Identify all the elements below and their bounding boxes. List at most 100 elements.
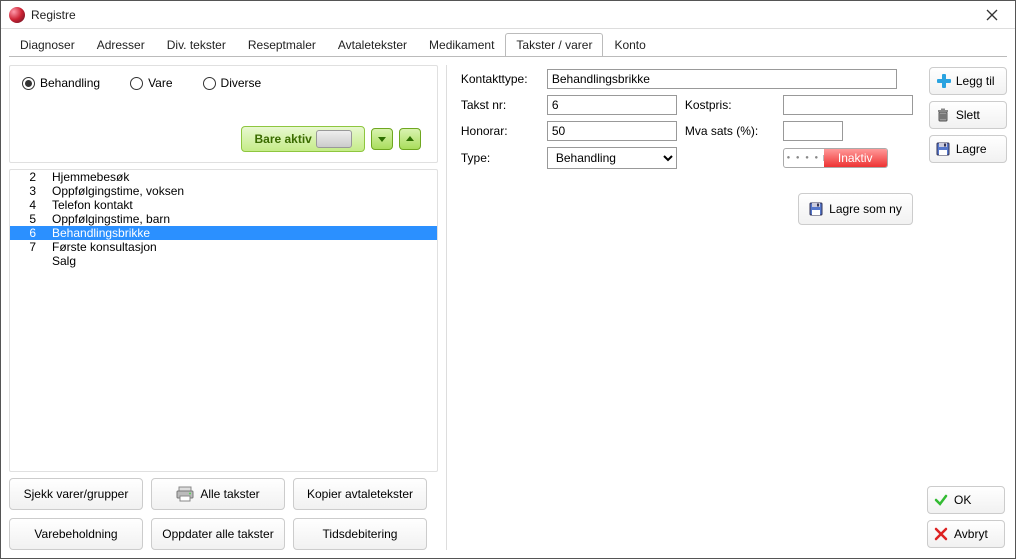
inaktiv-toggle[interactable]: ● ● ● ● Inaktiv — [783, 148, 888, 168]
tab-div-tekster[interactable]: Div. tekster — [156, 33, 237, 56]
tab-medikament[interactable]: Medikament — [418, 33, 505, 56]
bottom-buttons: Sjekk varer/grupper Alle takster Kopier … — [9, 478, 438, 550]
slett-button[interactable]: Slett — [929, 101, 1007, 129]
radio-diverse[interactable]: Diverse — [203, 76, 262, 90]
btn-label: Avbryt — [954, 527, 988, 541]
tab-diagnoser[interactable]: Diagnoser — [9, 33, 86, 56]
kostpris-label: Kostpris: — [685, 98, 775, 112]
trash-icon — [936, 108, 950, 122]
list-item-num: 4 — [20, 198, 36, 212]
inaktiv-label: Inaktiv — [824, 149, 887, 167]
close-icon — [986, 9, 998, 21]
kontakttype-label: Kontakttype: — [461, 72, 539, 86]
lagre-button[interactable]: Lagre — [929, 135, 1007, 163]
honorar-input[interactable] — [547, 121, 677, 141]
list-item[interactable]: 6Behandlingsbrikke — [10, 226, 437, 240]
btn-label: OK — [954, 493, 971, 507]
window-title: Registre — [31, 8, 973, 22]
field-honorar: Honorar: Mva sats (%): — [461, 121, 913, 141]
app-icon — [9, 7, 25, 23]
radio-icon — [22, 77, 35, 90]
titlebar: Registre — [1, 1, 1015, 29]
radio-label: Vare — [148, 76, 172, 90]
body-area: Behandling Vare Diverse Bare aktiv — [1, 57, 1015, 558]
list-item[interactable]: 3Oppfølgingstime, voksen — [10, 184, 437, 198]
tab-adresser[interactable]: Adresser — [86, 33, 156, 56]
btn-label: Kopier avtaletekster — [307, 487, 413, 501]
varebeholdning-button[interactable]: Varebeholdning — [9, 518, 143, 550]
plus-icon — [936, 73, 952, 89]
field-type: Type: Behandling ● ● ● ● Inaktiv — [461, 147, 913, 169]
move-up-button[interactable] — [399, 128, 421, 150]
list-item-label: Første konsultasjon — [52, 240, 157, 254]
tidsdebitering-button[interactable]: Tidsdebitering — [293, 518, 427, 550]
oppdater-alle-takster-button[interactable]: Oppdater alle takster — [151, 518, 285, 550]
move-down-button[interactable] — [371, 128, 393, 150]
dots-icon: ● ● ● ● — [784, 155, 824, 161]
list-item-label: Telefon kontakt — [52, 198, 133, 212]
bare-aktiv-label: Bare aktiv — [254, 132, 311, 146]
list-item-label: Hjemmebesøk — [52, 170, 129, 184]
field-kontakttype: Kontakttype: — [461, 69, 913, 89]
lagre-som-ny-button[interactable]: Lagre som ny — [798, 193, 913, 225]
tab-takster-varer[interactable]: Takster / varer — [505, 33, 603, 56]
kostpris-input[interactable] — [783, 95, 913, 115]
sjekk-varer-button[interactable]: Sjekk varer/grupper — [9, 478, 143, 510]
list-item-num: 2 — [20, 170, 36, 184]
check-icon — [934, 493, 948, 507]
x-icon — [934, 527, 948, 541]
honorar-label: Honorar: — [461, 124, 539, 138]
radio-behandling[interactable]: Behandling — [22, 76, 100, 90]
bare-aktiv-button[interactable]: Bare aktiv — [241, 126, 364, 152]
chevron-up-icon — [404, 133, 416, 145]
btn-label: Tidsdebitering — [323, 527, 398, 541]
list-item-num: 5 — [20, 212, 36, 226]
tabs: DiagnoserAdresserDiv. teksterReseptmaler… — [9, 33, 1007, 57]
alle-takster-button[interactable]: Alle takster — [151, 478, 285, 510]
mid-pane: Kontakttype: Takst nr: Kostpris: Honorar… — [446, 65, 921, 550]
radio-icon — [203, 77, 216, 90]
radio-label: Behandling — [40, 76, 100, 90]
footer-buttons: OK Avbryt — [927, 486, 1005, 548]
toolbar-row: Bare aktiv — [22, 126, 425, 152]
list-item-label: Oppfølgingstime, voksen — [52, 184, 184, 198]
mva-input[interactable] — [783, 121, 843, 141]
printer-icon — [176, 486, 194, 502]
btn-label: Slett — [956, 108, 980, 122]
btn-label: Alle takster — [200, 487, 259, 501]
list-item-label: Oppfølgingstime, barn — [52, 212, 170, 226]
list-item[interactable]: 5 Oppfølgingstime, barn — [10, 212, 437, 226]
btn-label: Varebeholdning — [34, 527, 117, 541]
radio-vare[interactable]: Vare — [130, 76, 172, 90]
kontakttype-input[interactable] — [547, 69, 897, 89]
mva-label: Mva sats (%): — [685, 124, 775, 138]
radio-row: Behandling Vare Diverse Bare aktiv — [9, 65, 438, 163]
list-item-num — [20, 254, 36, 268]
avbryt-button[interactable]: Avbryt — [927, 520, 1005, 548]
type-select[interactable]: Behandling — [547, 147, 677, 169]
list-item[interactable]: Salg — [10, 254, 437, 268]
list-item[interactable]: 2 Hjemmebesøk — [10, 170, 437, 184]
close-button[interactable] — [973, 1, 1011, 29]
list-item-num: 7 — [20, 240, 36, 254]
tab-avtaletekster[interactable]: Avtaletekster — [327, 33, 418, 56]
btn-label: Lagre som ny — [829, 202, 902, 216]
field-takstnr: Takst nr: Kostpris: — [461, 95, 913, 115]
btn-label: Oppdater alle takster — [162, 527, 273, 541]
kopier-avtaletekster-button[interactable]: Kopier avtaletekster — [293, 478, 427, 510]
right-pane: Legg til Slett Lagre — [929, 65, 1007, 550]
takstnr-label: Takst nr: — [461, 98, 539, 112]
left-pane: Behandling Vare Diverse Bare aktiv — [9, 65, 438, 550]
list-item[interactable]: 4 Telefon kontakt — [10, 198, 437, 212]
tab-konto[interactable]: Konto — [603, 33, 656, 56]
tab-reseptmaler[interactable]: Reseptmaler — [237, 33, 327, 56]
takstnr-input[interactable] — [547, 95, 677, 115]
list-item-label: Behandlingsbrikke — [52, 226, 150, 240]
legg-til-button[interactable]: Legg til — [929, 67, 1007, 95]
ok-button[interactable]: OK — [927, 486, 1005, 514]
type-label: Type: — [461, 151, 539, 165]
floppy-icon — [809, 202, 823, 216]
list-box[interactable]: 2 Hjemmebesøk3Oppfølgingstime, voksen4 Tel… — [9, 169, 438, 472]
list-item[interactable]: 7 Første konsultasjon — [10, 240, 437, 254]
floppy-icon — [936, 142, 950, 156]
